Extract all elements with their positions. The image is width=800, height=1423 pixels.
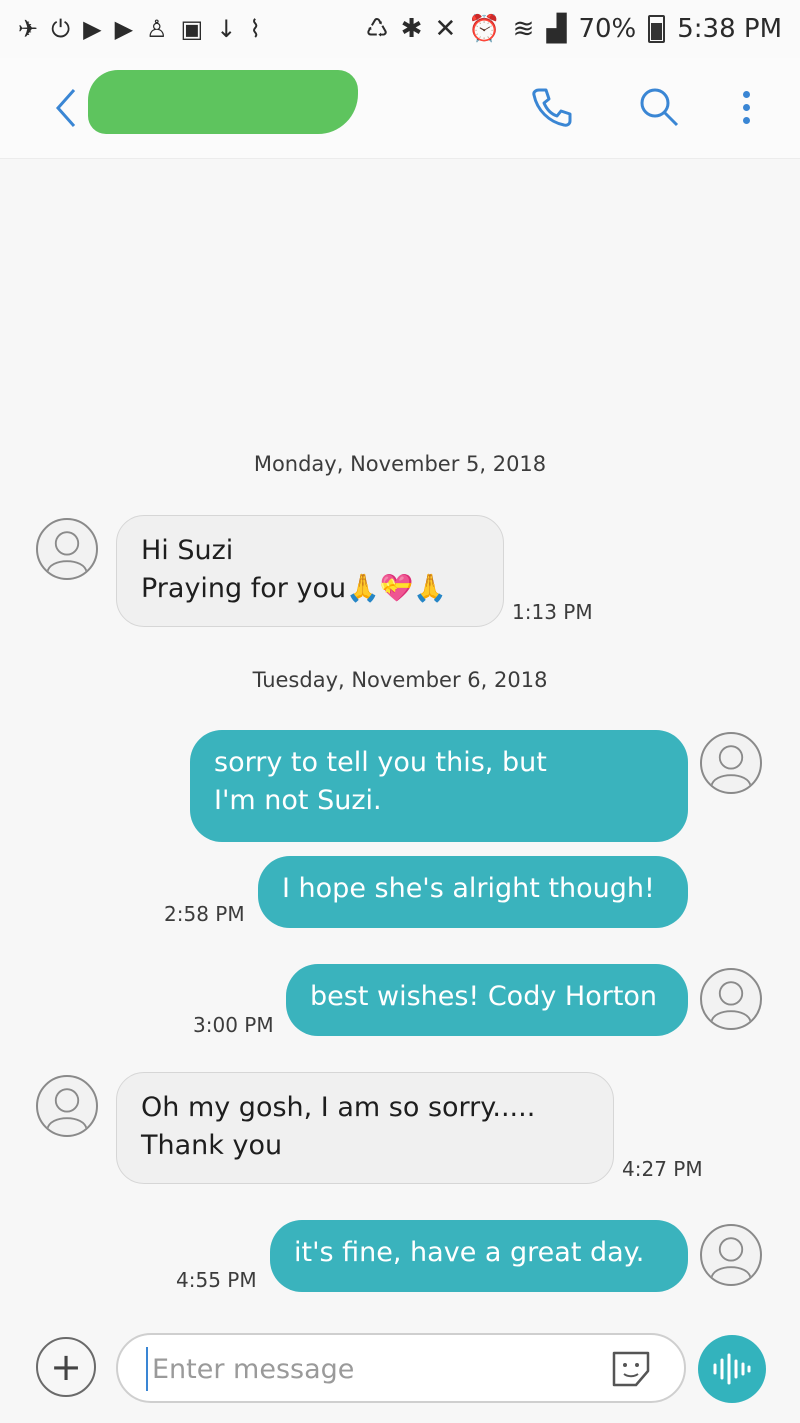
date-separator: Tuesday, November 6, 2018 <box>252 668 548 692</box>
person-icon: ♙ <box>146 15 169 43</box>
recycle-icon: ♺ <box>365 14 389 44</box>
more-vert-icon <box>743 90 750 98</box>
search-button[interactable] <box>637 85 681 129</box>
person-icon <box>710 981 752 1023</box>
message-time: 3:00 PM <box>193 1013 274 1037</box>
bluetooth-icon: ✱ <box>400 14 423 44</box>
header-actions <box>529 84 750 130</box>
message-line: Oh my gosh, I am so sorry..... <box>141 1092 536 1123</box>
voice-icon <box>713 1353 751 1385</box>
message-composer: + <box>0 1325 800 1423</box>
activity-icon: ⌇ <box>249 15 263 43</box>
status-bar: ✈ ⏻ ▶ ▶ ♙ ▣ ↓ ⌇ ♺ ✱ ✕ ⏰ ≋ ▟ 70% 5:38 PM <box>0 0 800 58</box>
conversation-header <box>0 58 800 159</box>
chevron-left-icon <box>55 89 76 127</box>
contact-avatar[interactable] <box>36 1075 98 1137</box>
search-icon <box>640 88 679 127</box>
incoming-message[interactable]: Hi Suzi Praying for you🙏💝🙏 <box>116 515 504 627</box>
message-time: 4:55 PM <box>176 1268 257 1292</box>
alarm-icon: ⏰ <box>468 14 501 44</box>
message-line: Praying for you🙏💝🙏 <box>141 573 447 604</box>
image-icon: ▣ <box>180 15 205 43</box>
wifi-icon: ≋ <box>512 14 535 44</box>
voice-record-button[interactable] <box>698 1335 766 1403</box>
outgoing-message[interactable]: it's fine, have a great day. <box>270 1220 688 1292</box>
download-icon: ↓ <box>216 15 238 43</box>
outgoing-message[interactable]: best wishes! Cody Horton <box>286 964 688 1036</box>
clock: 5:38 PM <box>677 14 782 44</box>
my-avatar[interactable] <box>700 1224 762 1286</box>
message-time: 1:13 PM <box>512 600 593 624</box>
person-icon <box>710 745 752 787</box>
back-button[interactable] <box>52 86 78 138</box>
outgoing-message[interactable]: sorry to tell you this, but I'm not Suzi… <box>190 730 688 842</box>
message-line: Thank you <box>141 1130 283 1161</box>
youtube-icon: ▶ <box>114 15 135 43</box>
message-time: 4:27 PM <box>622 1157 703 1181</box>
youtube-icon: ▶ <box>83 15 103 43</box>
my-avatar[interactable] <box>700 732 762 794</box>
date-separator: Monday, November 5, 2018 <box>253 452 547 476</box>
message-line: Hi Suzi <box>141 535 234 566</box>
mute-icon: ✕ <box>434 14 457 44</box>
message-line: sorry to tell you this, but <box>214 747 547 778</box>
battery-percent: 70% <box>578 14 637 44</box>
more-options-button[interactable] <box>743 90 750 124</box>
phone-icon <box>532 88 572 127</box>
sticker-icon <box>612 1351 650 1387</box>
signal-icon: ▟ <box>546 14 567 44</box>
message-input[interactable] <box>146 1347 584 1391</box>
person-icon <box>46 1088 88 1130</box>
call-button[interactable] <box>529 84 575 130</box>
message-time: 2:58 PM <box>164 902 245 926</box>
outgoing-message[interactable]: I hope she's alright though! <box>258 856 688 928</box>
system-indicators: ♺ ✱ ✕ ⏰ ≋ ▟ 70% 5:38 PM <box>365 14 782 44</box>
message-line: I'm not Suzi. <box>214 785 382 816</box>
power-icon: ⏻ <box>51 15 72 43</box>
battery-icon <box>648 15 666 43</box>
notification-icons: ✈ ⏻ ▶ ▶ ♙ ▣ ↓ ⌇ <box>18 15 262 43</box>
message-input-container[interactable] <box>116 1333 686 1403</box>
sticker-button[interactable] <box>610 1349 654 1393</box>
person-icon <box>46 531 88 573</box>
plus-icon: + <box>50 1345 82 1389</box>
contact-name-redacted[interactable] <box>88 70 358 134</box>
person-icon <box>710 1237 752 1279</box>
incoming-message[interactable]: Oh my gosh, I am so sorry..... Thank you <box>116 1072 614 1184</box>
airplane-icon: ✈ <box>18 15 40 43</box>
attach-button[interactable]: + <box>36 1337 96 1397</box>
my-avatar[interactable] <box>700 968 762 1030</box>
contact-avatar[interactable] <box>36 518 98 580</box>
